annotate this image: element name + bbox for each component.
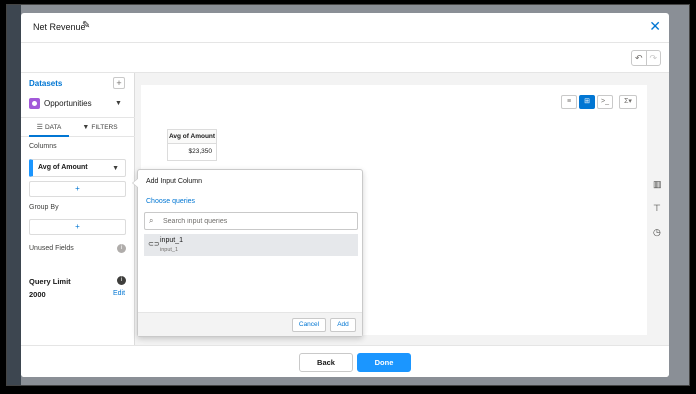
query-limit-label: Query Limit <box>29 277 71 286</box>
add-input-column-popover: Add Input Column Choose queries ⌕ ⊂⊃ inp… <box>132 169 363 337</box>
info-icon[interactable]: i <box>117 244 126 253</box>
popover-footer: Cancel Add <box>138 312 362 336</box>
search-input[interactable] <box>163 215 353 227</box>
chart-icon[interactable]: ≡ <box>561 95 577 109</box>
list-item-name: input_1 <box>160 237 183 244</box>
tab-data-label: DATA <box>44 124 62 131</box>
group-by-label: Group By <box>29 204 59 211</box>
info-icon[interactable]: i <box>117 276 126 285</box>
editor-modal: Net Revenue ✎ ✕ ↶ ↷ Datasets + Opportuni… <box>21 13 669 377</box>
modal-footer: Back Done <box>21 345 669 377</box>
edit-link[interactable]: Edit <box>113 290 125 297</box>
filter-icon: ▼ <box>82 124 90 131</box>
add-group-button[interactable]: + <box>29 219 126 235</box>
redo-icon[interactable]: ↷ <box>645 51 661 65</box>
paint-roller-icon[interactable]: ⊤ <box>653 203 661 214</box>
viz-toolbar: ≡ ⊞ >_ Σ▾ <box>561 95 637 109</box>
close-icon[interactable]: ✕ <box>649 18 661 35</box>
search-box: ⌕ <box>144 212 358 230</box>
table-icon[interactable]: ⊞ <box>579 95 595 109</box>
clock-icon[interactable]: ◷ <box>653 227 661 238</box>
undo-redo-group: ↶ ↷ <box>631 50 661 66</box>
modal-title: Net Revenue <box>33 22 86 32</box>
pencil-icon[interactable]: ✎ <box>82 20 90 31</box>
columns-label: Columns <box>29 143 57 150</box>
toolbar: ↶ ↷ <box>21 43 669 73</box>
bar-chart-icon[interactable]: ▥ <box>653 179 662 190</box>
tab-filters[interactable]: ▼ FILTERS <box>77 118 123 137</box>
add-button[interactable]: Add <box>330 318 356 332</box>
link-icon: ⊂⊃ <box>148 241 160 248</box>
app-window: Net Revenue ✎ ✕ ↶ ↷ Datasets + Opportuni… <box>6 4 690 386</box>
panel-tabs: ☰ DATA ▼ FILTERS <box>21 117 135 137</box>
tab-data[interactable]: ☰ DATA <box>29 118 69 137</box>
undo-icon[interactable]: ↶ <box>632 51 646 65</box>
popover-subtitle: Choose queries <box>146 198 196 205</box>
datasets-label: Datasets <box>29 79 63 88</box>
formula-icon[interactable]: Σ▾ <box>619 95 637 109</box>
dataset-icon <box>29 98 40 109</box>
list-item-sub: input_1 <box>160 247 179 253</box>
unused-fields-label: Unused Fields <box>29 245 74 252</box>
table-cell: $23,350 <box>188 148 213 155</box>
table-header[interactable]: Avg of Amount <box>168 130 216 144</box>
chevron-down-icon[interactable]: ▼ <box>115 100 122 107</box>
cancel-button[interactable]: Cancel <box>292 318 326 332</box>
list-item[interactable]: ⊂⊃ input_1 input_1 <box>144 234 358 256</box>
dataset-selector[interactable]: Opportunities <box>44 99 92 108</box>
add-column-button[interactable]: + <box>29 181 126 197</box>
query-editor-icon[interactable]: >_ <box>597 95 613 109</box>
query-panel: Datasets + Opportunities ▼ ☰ DATA ▼ FILTER… <box>21 73 135 345</box>
query-limit-value: 2000 <box>29 290 46 299</box>
result-table: Avg of Amount $23,350 <box>167 129 217 161</box>
popover-title: Add Input Column <box>146 178 203 185</box>
background-sidebar <box>7 5 21 385</box>
add-dataset-button[interactable]: + <box>113 77 125 89</box>
back-button[interactable]: Back <box>299 353 353 372</box>
column-pill-label: Avg of Amount <box>38 164 88 171</box>
chevron-down-icon[interactable]: ▼ <box>112 165 119 172</box>
modal-header: Net Revenue ✎ ✕ <box>21 13 669 43</box>
done-button[interactable]: Done <box>357 353 411 372</box>
column-pill[interactable]: Avg of Amount ▼ <box>29 159 126 177</box>
tab-filters-label: FILTERS <box>91 124 118 131</box>
data-icon: ☰ <box>36 124 43 131</box>
search-icon: ⌕ <box>149 216 154 225</box>
